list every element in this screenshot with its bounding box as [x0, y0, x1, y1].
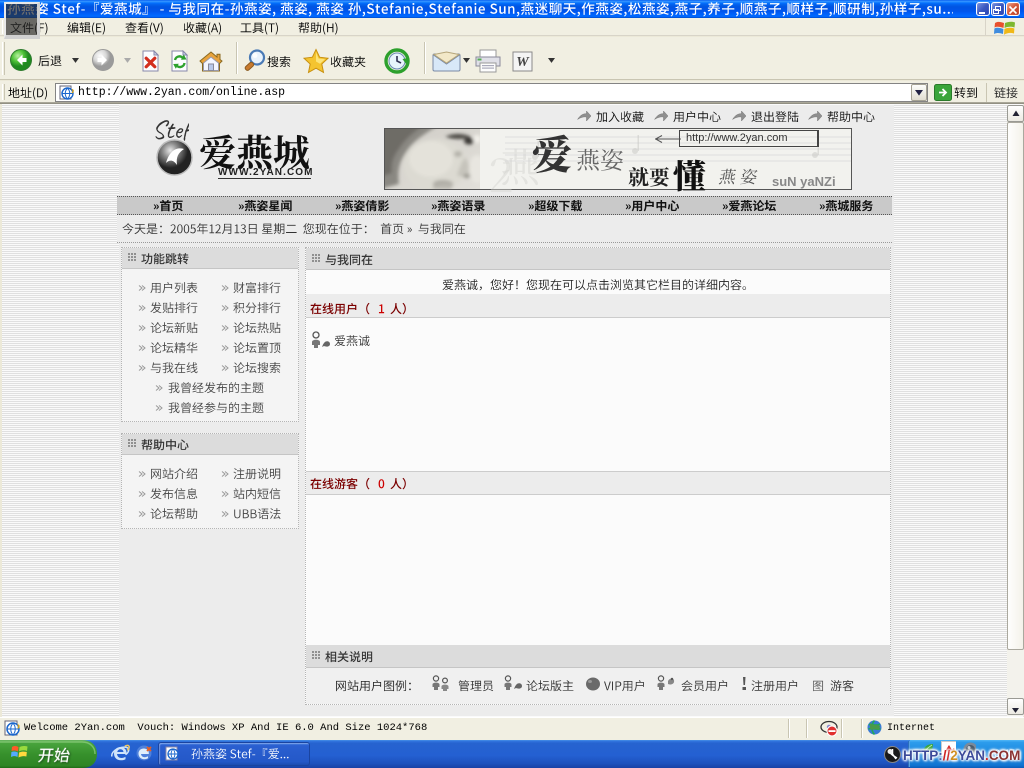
svg-text:W: W [516, 55, 530, 70]
